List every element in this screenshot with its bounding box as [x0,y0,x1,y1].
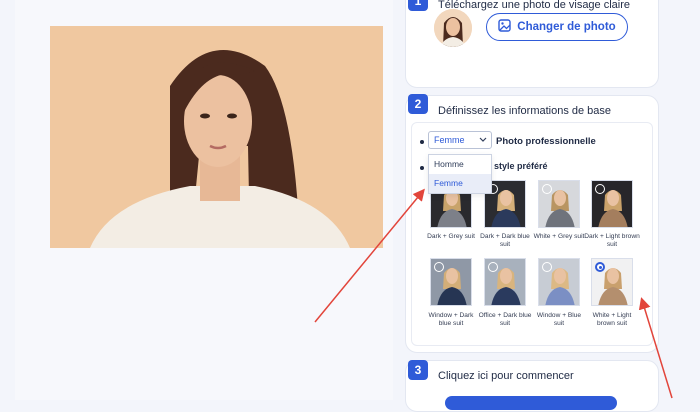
change-photo-label: Changer de photo [517,21,616,33]
style-option-office-darkblue[interactable] [484,258,526,306]
chevron-down-icon [479,132,487,153]
upload-card: 1 Téléchargez une photo de visage claire… [405,0,659,88]
style-label-dark-grey: Dark + Grey suit [427,233,475,240]
style-label-white-lightbrown: White + Light brown suit [592,312,632,327]
portrait-illustration [50,26,383,248]
dropdown-option-femme[interactable]: Femme [429,174,491,193]
change-photo-button[interactable]: Changer de photo [486,13,628,41]
step-3-title: Cliquez ici pour commencer [438,370,574,382]
style-option-dark-lightbrown[interactable] [591,180,633,228]
step-3-badge: 3 [408,360,428,380]
style-radio[interactable] [542,184,552,194]
image-icon [498,19,511,35]
style-option-window-blue[interactable] [538,258,580,306]
gender-select-value: Femme [434,135,465,145]
style-label-window-darkblue: Window + Dark blue suit [428,312,474,327]
step-1-badge: 1 [408,0,428,11]
style-radio[interactable] [542,262,552,272]
gender-select[interactable]: Femme [428,131,492,149]
style-radio[interactable] [488,262,498,272]
style-radio[interactable] [434,262,444,272]
style-option-white-lightbrown[interactable] [591,258,633,306]
avatar [434,9,472,47]
bullet [420,166,424,170]
style-label-window-blue: Window + Blue suit [536,312,582,327]
style-label-white-grey: White + Grey suit [533,233,585,240]
style-option-window-darkblue[interactable] [430,258,472,306]
step-2-title: Définissez les informations de base [438,105,612,117]
step-2-badge: 2 [408,94,428,114]
style-label-dark-darkblue: Dark + Dark blue suit [480,233,530,248]
style-option-white-grey[interactable] [538,180,580,228]
bullet [420,140,424,144]
step-1-title: Téléchargez une photo de visage claire [438,0,631,11]
style-label-office-darkblue: Office + Dark blue suit [478,312,532,327]
uploaded-portrait-photo [50,26,383,248]
dropdown-option-homme[interactable]: Homme [429,155,491,174]
style-label-dark-lightbrown: Dark + Light brown suit [584,233,640,248]
style-radio-selected[interactable] [595,262,605,272]
start-button[interactable] [445,396,617,410]
style-radio[interactable] [595,184,605,194]
style-label: style préféré [494,161,548,171]
gender-dropdown: Homme Femme [428,154,492,194]
photo-type-label: Photo professionnelle [496,136,596,147]
